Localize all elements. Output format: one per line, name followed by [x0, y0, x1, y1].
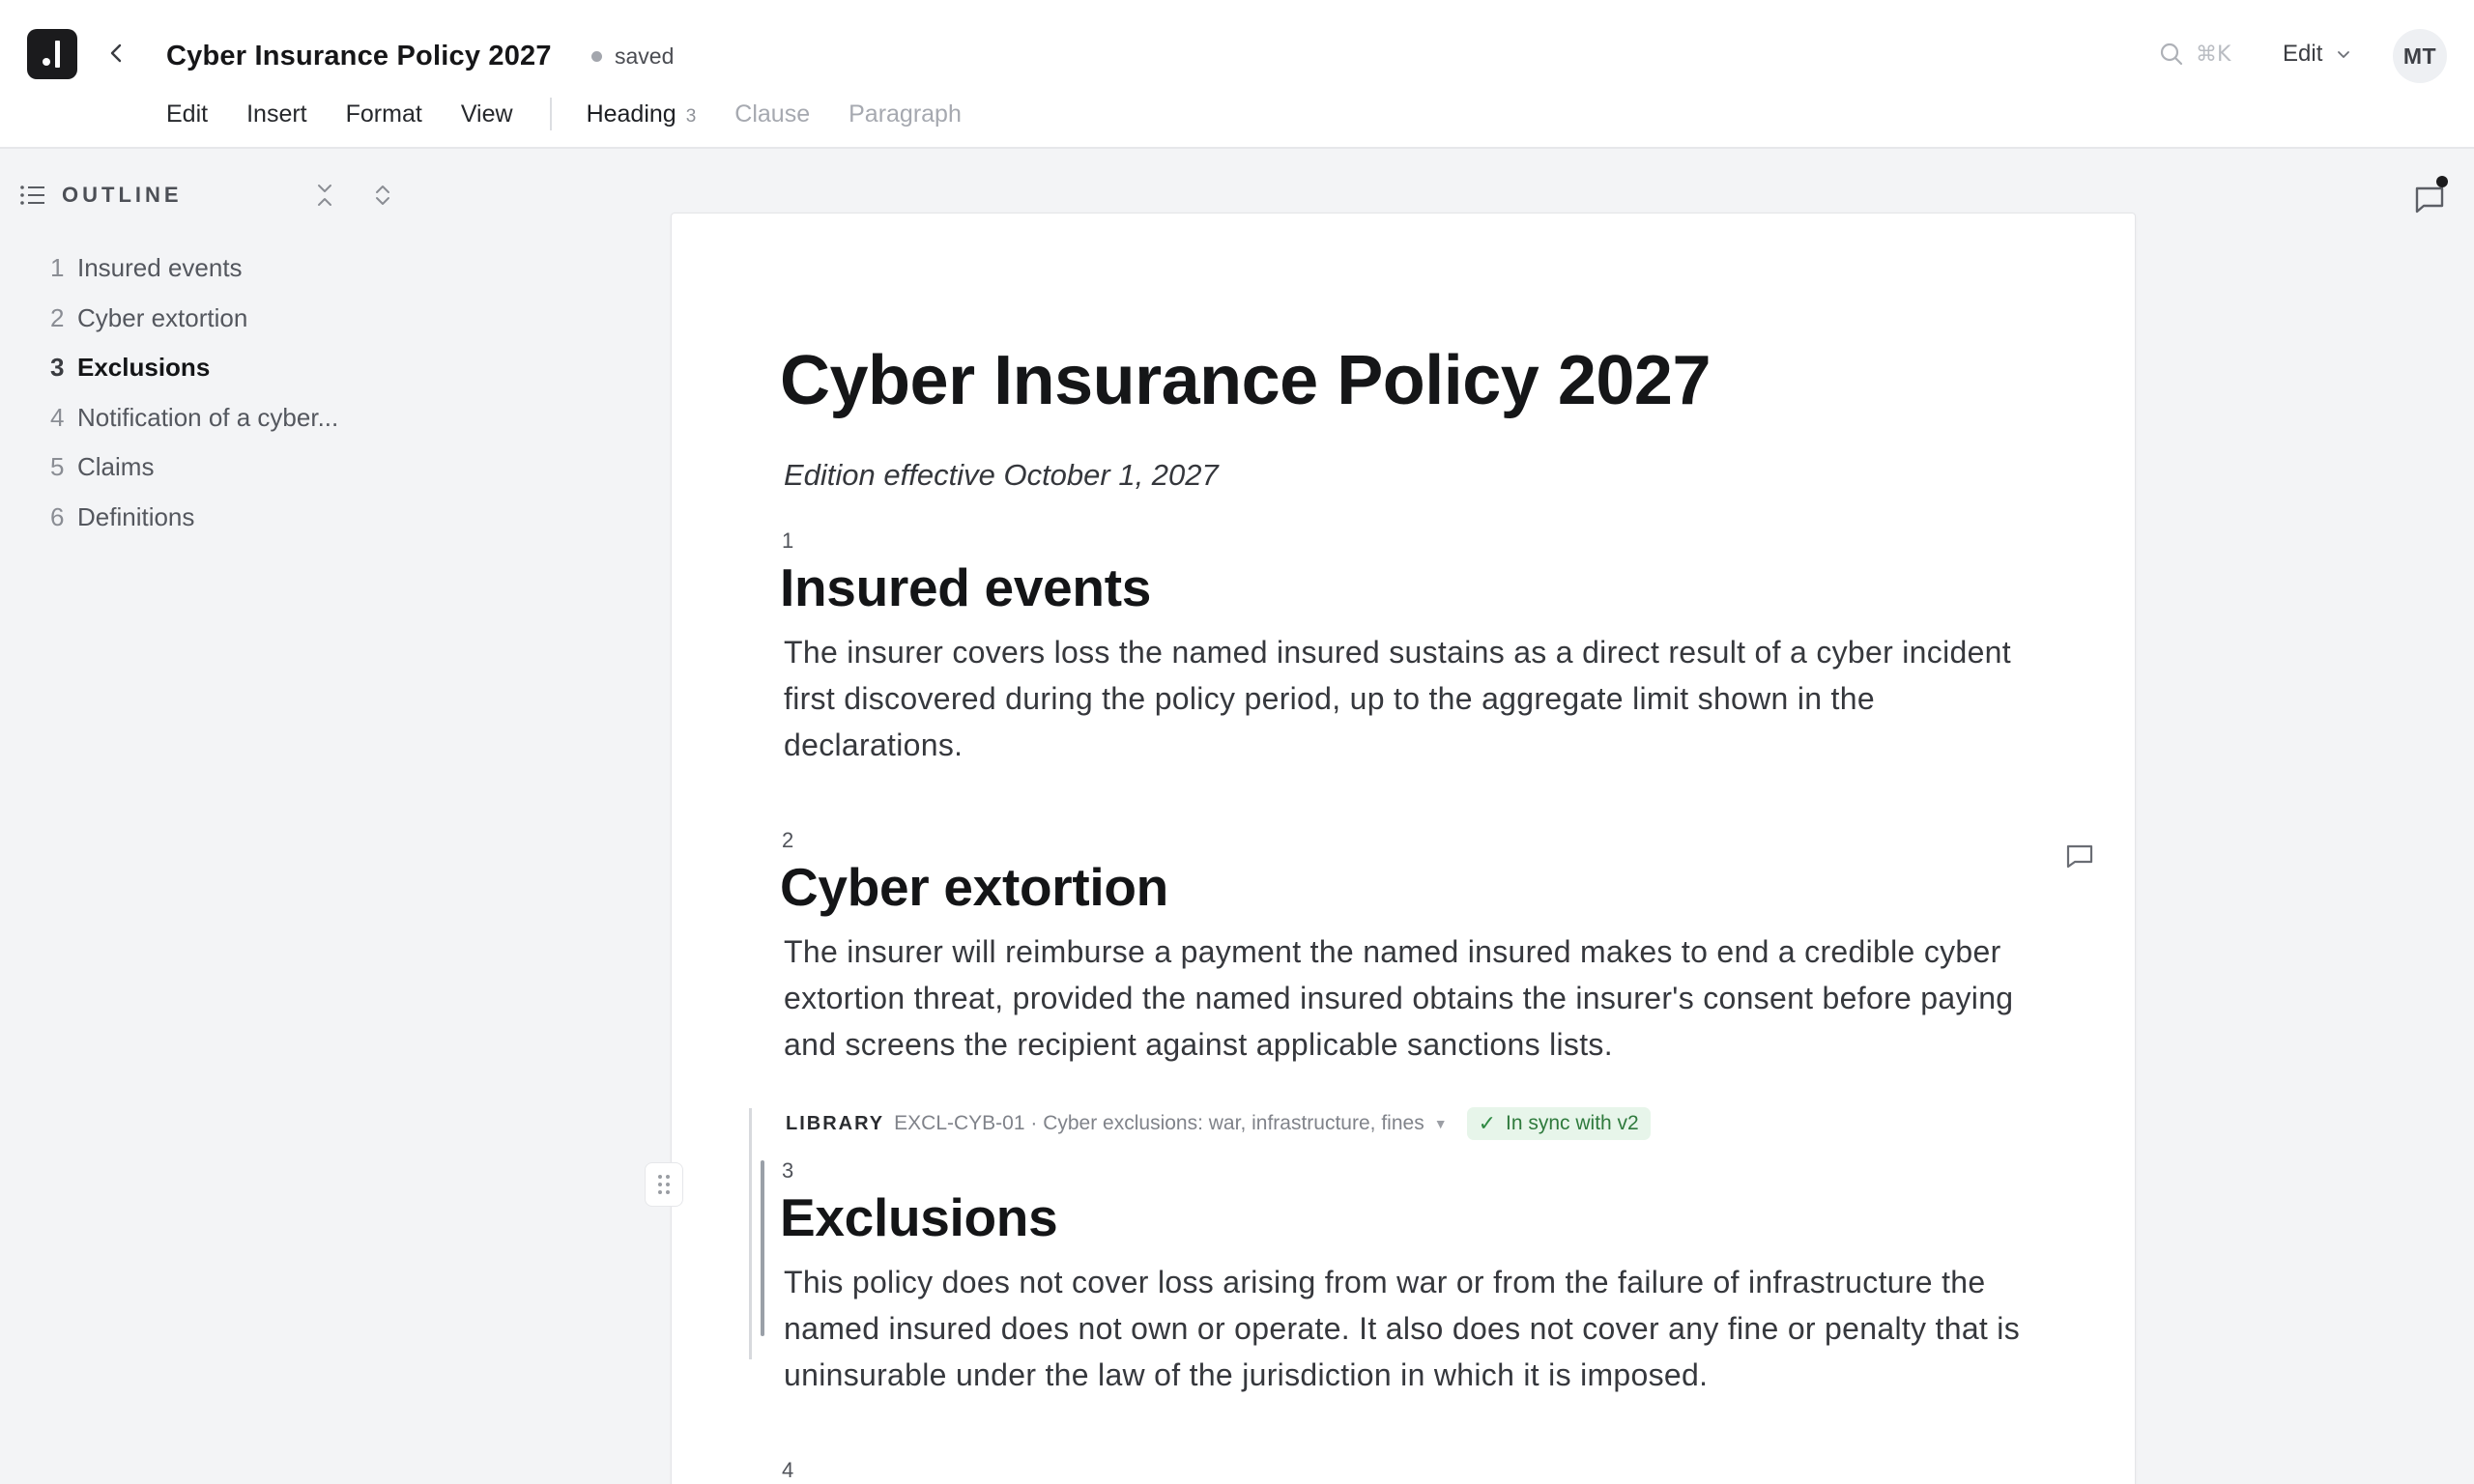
section-heading[interactable]: Insured events	[780, 556, 2027, 619]
back-button[interactable]	[101, 37, 133, 70]
outline-item-label: Exclusions	[77, 353, 211, 383]
list-icon	[20, 186, 44, 205]
section-insured-events: 1 Insured events The insurer covers loss…	[780, 528, 2027, 768]
section-heading[interactable]: Cyber extortion	[780, 855, 2027, 919]
outline-item-claims[interactable]: 5 Claims	[50, 442, 379, 493]
notification-dot-icon	[2436, 176, 2448, 187]
outline-title: OUTLINE	[62, 183, 183, 207]
outline-item-number: 5	[50, 452, 65, 482]
outline-item-label: Claims	[77, 452, 155, 482]
check-icon: ✓	[1478, 1111, 1496, 1135]
menu-format[interactable]: Format	[346, 100, 422, 128]
collapse-all-button[interactable]	[309, 180, 340, 211]
outline-item-insured-events[interactable]: 1 Insured events	[50, 243, 379, 294]
menu-edit[interactable]: Edit	[166, 100, 208, 128]
outline-item-number: 3	[50, 353, 65, 383]
expand-all-button[interactable]	[367, 180, 398, 211]
menu-view[interactable]: View	[461, 100, 513, 128]
mode-label: Edit	[2283, 41, 2323, 67]
document-page: Cyber Insurance Policy 2027 Edition effe…	[645, 213, 2136, 1484]
section-number: 1	[782, 528, 794, 553]
library-clause-link[interactable]: EXCL-CYB-01 · Cyber exclusions: war, inf…	[894, 1112, 1424, 1135]
search-shortcut: ⌘K	[2196, 42, 2231, 67]
outline-header: OUTLINE	[19, 180, 406, 211]
section-notification: 4	[780, 1458, 2027, 1483]
sync-status-badge: ✓ In sync with v2	[1466, 1107, 1651, 1140]
outline-list: 1 Insured events 2 Cyber extortion 3 Exc…	[50, 243, 379, 542]
outline-item-label: Notification of a cyber...	[77, 402, 339, 432]
app-logo-icon[interactable]	[27, 29, 77, 79]
save-status-label: saved	[615, 43, 675, 69]
style-heading-label: Heading	[586, 100, 676, 128]
outline-item-notification[interactable]: 4 Notification of a cyber...	[50, 393, 379, 443]
chevron-down-icon	[2338, 51, 2350, 58]
search-icon	[2160, 43, 2183, 66]
style-heading-button[interactable]: Heading 3	[587, 100, 697, 128]
outline-item-exclusions[interactable]: 3 Exclusions	[50, 343, 379, 393]
section-number: 3	[782, 1158, 794, 1183]
section-exclusions: 3 Exclusions This policy does not cover …	[780, 1158, 2027, 1398]
document-title[interactable]: Cyber Insurance Policy 2027	[166, 37, 552, 75]
outline-item-label: Cyber extortion	[77, 302, 248, 332]
outline-item-number: 6	[50, 501, 65, 531]
comment-icon	[2415, 186, 2444, 214]
heading-level: 3	[685, 105, 697, 127]
style-clause-button[interactable]: Clause	[734, 100, 810, 128]
caret-down-icon[interactable]: ▼	[1434, 1116, 1448, 1131]
outline-item-definitions[interactable]: 6 Definitions	[50, 493, 379, 543]
outline-item-label: Insured events	[77, 253, 243, 283]
selected-block-rail	[761, 1160, 764, 1336]
outline-item-cyber-extortion[interactable]: 2 Cyber extortion	[50, 294, 379, 344]
save-status: saved	[591, 41, 674, 71]
add-comment-button[interactable]	[2063, 840, 2096, 872]
library-reference-bar: LIBRARY EXCL-CYB-01 · Cyber exclusions: …	[786, 1106, 1651, 1141]
menu-insert[interactable]: Insert	[246, 100, 307, 128]
top-bar: Cyber Insurance Policy 2027 saved ⌘K Edi…	[0, 0, 2474, 149]
chevron-left-icon	[110, 43, 122, 63]
section-cyber-extortion: 2 Cyber extortion The insurer will reimb…	[780, 828, 2027, 1068]
section-body[interactable]: The insurer will reimburse a payment the…	[784, 928, 2030, 1068]
document-heading[interactable]: Cyber Insurance Policy 2027	[780, 337, 1712, 424]
user-avatar[interactable]: MT	[2393, 29, 2447, 83]
mode-dropdown[interactable]: Edit	[2283, 37, 2351, 71]
section-number: 4	[782, 1458, 794, 1482]
comment-icon	[2066, 844, 2093, 869]
section-number: 2	[782, 828, 794, 852]
style-paragraph-button[interactable]: Paragraph	[849, 100, 962, 128]
sync-status-label: In sync with v2	[1506, 1112, 1639, 1134]
menu-divider	[549, 98, 552, 130]
outline-item-number: 4	[50, 402, 65, 432]
section-body[interactable]: This policy does not cover loss arising …	[784, 1259, 2030, 1398]
drag-handle-icon	[658, 1175, 670, 1194]
block-drag-handle[interactable]	[645, 1162, 683, 1207]
section-heading[interactable]: Exclusions	[780, 1185, 2027, 1249]
outline-item-number: 2	[50, 302, 65, 332]
outline-item-number: 1	[50, 253, 65, 283]
outline-item-label: Definitions	[77, 501, 195, 531]
expand-icon	[376, 186, 389, 205]
section-body[interactable]: The insurer covers loss the named insure…	[784, 629, 2030, 768]
menu-bar: Edit Insert Format View Heading 3 Clause …	[166, 97, 1000, 131]
search-button[interactable]: ⌘K	[2159, 37, 2230, 71]
document-subtitle[interactable]: Edition effective October 1, 2027	[784, 455, 1219, 496]
comments-panel-button[interactable]	[2410, 176, 2449, 218]
library-label: LIBRARY	[786, 1112, 885, 1134]
collapse-icon	[318, 185, 331, 206]
library-block-rail	[749, 1108, 752, 1359]
status-dot-icon	[591, 50, 602, 62]
